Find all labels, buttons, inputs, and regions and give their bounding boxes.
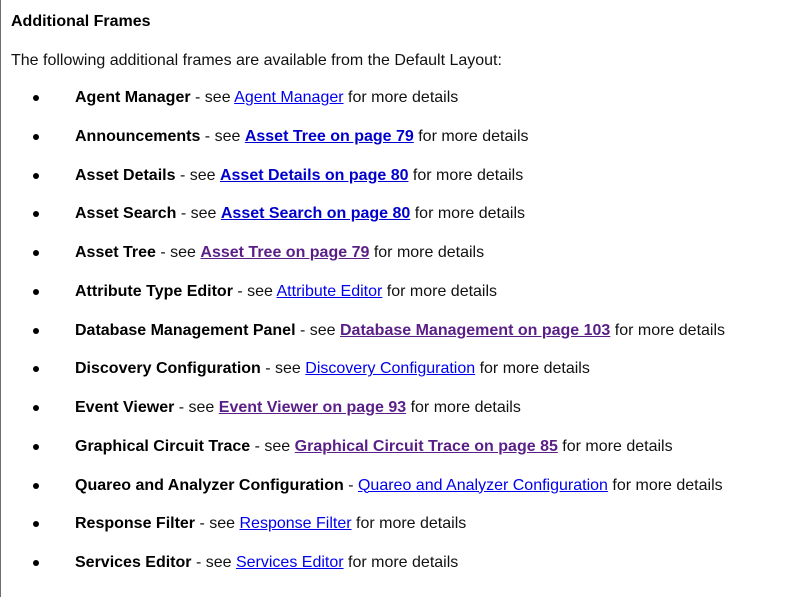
event-viewer-link[interactable]: Event Viewer on page 93 — [219, 399, 406, 416]
list-item: Services Editor - see Services Editor fo… — [1, 553, 801, 592]
intro-paragraph: The following additional frames are avai… — [11, 52, 502, 69]
separator-text: - see — [191, 554, 236, 571]
bullet-icon — [33, 288, 39, 295]
list-item: Asset Search - see Asset Search on page … — [1, 204, 801, 243]
list-item-text: Graphical Circuit Trace - see Graphical … — [75, 437, 673, 457]
tail-text: for more details — [343, 554, 459, 571]
asset-tree-link[interactable]: Asset Tree on page 79 — [200, 244, 369, 261]
attribute-editor-link[interactable]: Attribute Editor — [277, 283, 383, 300]
separator-text: - see — [195, 515, 240, 533]
frame-name: Quareo and Analyzer Configuration — [75, 476, 344, 494]
quareo-analyzer-configuration-link[interactable]: Quareo and Analyzer Configuration — [358, 477, 608, 494]
separator-text: - see — [174, 399, 219, 416]
tail-text: for more details — [475, 360, 590, 378]
list-item: Graphical Circuit Trace - see Graphical … — [1, 437, 801, 476]
asset-search-link[interactable]: Asset Search on page 80 — [221, 205, 410, 222]
bullet-icon — [33, 95, 39, 101]
list-item-text: Announcements - see Asset Tree on page 7… — [75, 127, 529, 147]
separator-text: - — [343, 476, 358, 494]
tail-text: for more details — [406, 399, 521, 416]
frame-name: Attribute Type Editor — [75, 282, 233, 300]
list-item: Attribute Type Editor - see Attribute Ed… — [1, 282, 801, 321]
database-management-link[interactable]: Database Management on page 103 — [340, 322, 610, 339]
separator-text: - see — [260, 360, 306, 378]
list-item-text: Asset Tree - see Asset Tree on page 79 f… — [75, 243, 484, 263]
frame-name: Asset Details — [75, 166, 176, 184]
bullet-icon — [33, 560, 39, 566]
response-filter-link[interactable]: Response Filter — [240, 515, 352, 532]
frame-name: Services Editor — [75, 554, 192, 571]
tail-text: for more details — [557, 437, 673, 455]
frame-name: Graphical Circuit Trace — [75, 437, 251, 455]
separator-text: - see — [200, 127, 245, 145]
list-item-text: Discovery Configuration - see Discovery … — [75, 359, 590, 379]
tail-text: for more details — [351, 515, 467, 533]
frame-name: Asset Tree — [75, 244, 156, 261]
list-item-text: Agent Manager - see Agent Manager for mo… — [75, 88, 458, 108]
bullet-icon — [33, 327, 39, 334]
list-item: Asset Details - see Asset Details on pag… — [1, 166, 801, 205]
list-item: Quareo and Analyzer Configuration - Quar… — [1, 476, 801, 515]
separator-text: - see — [250, 437, 295, 455]
document-page: Additional Frames The following addition… — [0, 0, 800, 597]
list-item: Discovery Configuration - see Discovery … — [1, 359, 801, 398]
bullet-icon — [33, 482, 39, 489]
frame-name: Response Filter — [75, 515, 196, 533]
list-item-text: Response Filter - see Response Filter fo… — [75, 514, 466, 534]
bullet-icon — [33, 443, 39, 450]
bullet-icon — [33, 211, 39, 218]
list-item: Asset Tree - see Asset Tree on page 79 f… — [1, 243, 801, 282]
frame-name: Event Viewer — [75, 399, 175, 416]
list-item-text: Event Viewer - see Event Viewer on page … — [75, 398, 521, 418]
list-item-text: Attribute Type Editor - see Attribute Ed… — [75, 282, 497, 302]
bullet-icon — [33, 133, 39, 140]
list-item: Event Viewer - see Event Viewer on page … — [1, 398, 801, 437]
frame-name: Agent Manager — [75, 89, 191, 106]
bullet-icon — [33, 172, 39, 179]
section-heading: Additional Frames — [11, 13, 151, 30]
list-item-text: Database Management Panel - see Database… — [75, 321, 725, 341]
tail-text: for more details — [369, 244, 485, 261]
asset-details-link[interactable]: Asset Details on page 80 — [220, 167, 409, 184]
tail-text: for more details — [343, 89, 459, 106]
separator-text: - see — [295, 321, 340, 339]
tail-text: for more details — [413, 127, 529, 145]
tail-text: for more details — [410, 205, 525, 223]
frame-name: Discovery Configuration — [75, 360, 261, 378]
bullet-icon — [33, 405, 39, 411]
tail-text: for more details — [610, 321, 726, 339]
list-item-text: Asset Details - see Asset Details on pag… — [75, 166, 523, 186]
tail-text: for more details — [408, 166, 524, 184]
frame-name: Database Management Panel — [75, 321, 296, 339]
separator-text: - see — [176, 205, 221, 223]
frames-list: Agent Manager - see Agent Manager for mo… — [1, 88, 801, 592]
asset-tree-link[interactable]: Asset Tree on page 79 — [245, 128, 414, 145]
separator-text: - see — [155, 244, 201, 261]
agent-manager-link[interactable]: Agent Manager — [234, 89, 343, 106]
list-item-text: Services Editor - see Services Editor fo… — [75, 553, 458, 573]
list-item: Announcements - see Asset Tree on page 7… — [1, 127, 801, 166]
bullet-icon — [33, 250, 39, 256]
separator-text: - see — [232, 282, 277, 300]
separator-text: - see — [175, 166, 220, 184]
tail-text: for more details — [382, 282, 498, 300]
list-item-text: Quareo and Analyzer Configuration - Quar… — [75, 476, 723, 496]
list-item: Agent Manager - see Agent Manager for mo… — [1, 88, 801, 127]
frame-name: Asset Search — [75, 205, 177, 223]
services-editor-link[interactable]: Services Editor — [236, 554, 344, 571]
list-item-text: Asset Search - see Asset Search on page … — [75, 204, 525, 224]
discovery-configuration-link[interactable]: Discovery Configuration — [305, 360, 475, 377]
frame-name: Announcements — [75, 127, 201, 145]
list-item: Database Management Panel - see Database… — [1, 321, 801, 360]
bullet-icon — [33, 521, 39, 528]
graphical-circuit-trace-link[interactable]: Graphical Circuit Trace on page 85 — [295, 438, 558, 455]
tail-text: for more details — [607, 476, 723, 494]
separator-text: - see — [190, 89, 235, 106]
list-item: Response Filter - see Response Filter fo… — [1, 514, 801, 553]
bullet-icon — [33, 366, 39, 373]
